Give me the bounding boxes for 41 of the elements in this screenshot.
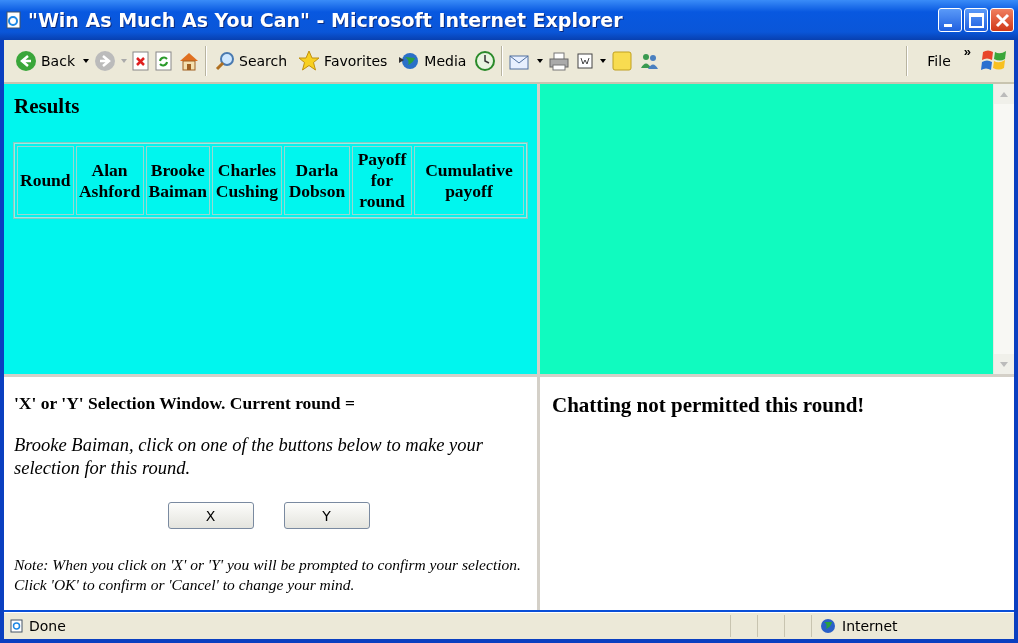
column-header: Cumulative payoff <box>413 146 524 215</box>
window-title: "Win As Much As You Can" - Microsoft Internet Explorer <box>28 9 624 31</box>
minimize-icon <box>943 23 952 27</box>
search-icon <box>215 51 235 71</box>
home-icon[interactable] <box>178 51 200 71</box>
more-chevron[interactable]: » <box>963 44 971 59</box>
page-icon <box>10 619 24 633</box>
back-button[interactable]: Back <box>12 48 78 74</box>
stop-icon[interactable] <box>132 51 150 71</box>
status-text: Done <box>29 618 66 634</box>
caret-icon[interactable] <box>83 59 89 63</box>
instruction-text: Brooke Baiman, click on one of the buttons below to make your selection for this round. <box>14 434 484 481</box>
page-icon <box>6 11 22 29</box>
history-icon[interactable] <box>474 50 497 72</box>
caret-icon[interactable] <box>537 59 544 63</box>
security-zone: Internet <box>842 618 898 634</box>
document-icon[interactable] <box>575 51 596 71</box>
star-icon <box>298 50 321 72</box>
globe-icon <box>398 51 421 71</box>
file-menu[interactable]: File <box>919 51 959 71</box>
media-button[interactable]: Media <box>395 49 470 73</box>
selection-heading: 'X' or 'Y' Selection Window. Current round = <box>14 393 356 414</box>
column-header: Round <box>17 146 74 215</box>
chat-message: Chatting not permitted this round! <box>552 393 866 418</box>
refresh-icon[interactable] <box>155 51 173 71</box>
column-header: Payoff for round <box>351 146 412 215</box>
column-header: Brooke Baiman <box>145 146 210 215</box>
choice-button[interactable]: Y <box>283 502 370 530</box>
close-button[interactable] <box>990 8 1014 32</box>
column-header: Alan Ashford <box>75 146 144 215</box>
globe-icon <box>820 618 836 634</box>
results-heading: Results <box>14 94 81 119</box>
note-text: Note: When you click on 'X' or 'Y' you will be prompted to confirm your selection. Click 'OK' to confirm or 'Cancel' to change your mind. <box>14 555 522 596</box>
favorites-button[interactable]: Favorites <box>295 48 391 74</box>
caret-icon[interactable] <box>600 59 607 63</box>
column-header: Charles Cushing <box>211 146 282 215</box>
choice-button[interactable]: X <box>167 502 254 530</box>
minimize-button[interactable] <box>938 8 962 32</box>
column-header: Darla Dobson <box>283 146 350 215</box>
search-button[interactable]: Search <box>212 49 291 73</box>
maximize-button[interactable] <box>964 8 988 32</box>
